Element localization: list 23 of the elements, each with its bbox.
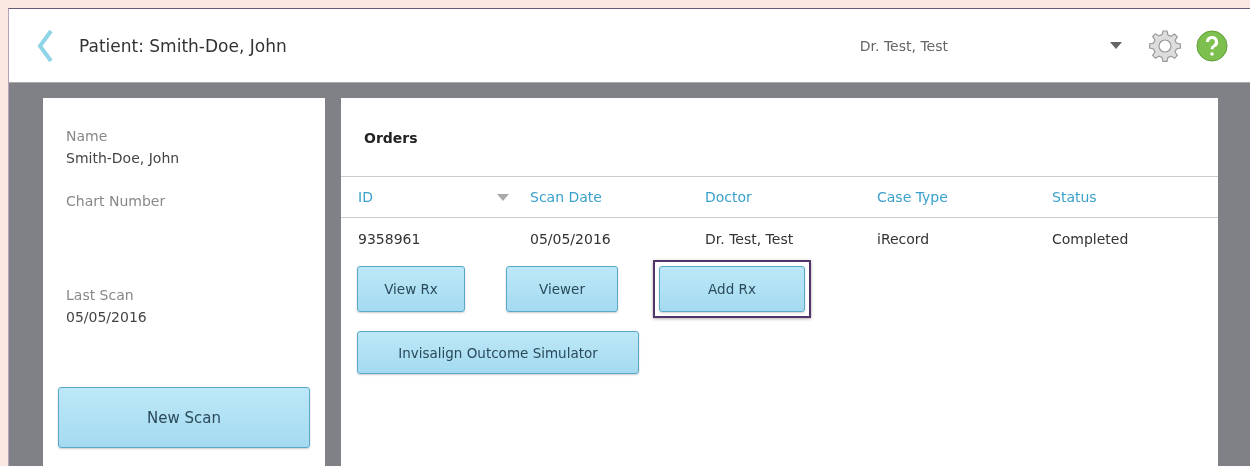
field-label: Last Scan: [66, 287, 134, 305]
back-icon[interactable]: [37, 28, 53, 63]
window-title: Patient: Smith-Doe, John: [79, 35, 287, 56]
table-cell: Completed: [1052, 231, 1129, 247]
field-label: Name: [66, 128, 108, 146]
action-button[interactable]: Add Rx: [659, 266, 805, 312]
new-scan-button[interactable]: New Scan: [58, 387, 310, 448]
user-name: Dr. Test, Test: [859, 37, 948, 54]
table-cell: iRecord: [877, 231, 930, 247]
sort-caret-icon[interactable]: [497, 193, 509, 201]
table-cell: 05/05/2016: [530, 231, 611, 247]
table-cell: Dr. Test, Test: [705, 231, 794, 247]
field-value: 05/05/2016: [66, 309, 147, 327]
section-title: Orders: [363, 129, 418, 148]
settings-icon[interactable]: [1148, 28, 1182, 63]
action-button[interactable]: Viewer: [506, 266, 618, 312]
table-cell: 9358961: [358, 231, 421, 247]
action-button[interactable]: View Rx: [357, 266, 465, 312]
field-value: Smith-Doe, John: [66, 150, 180, 168]
field-label: Chart Number: [66, 193, 166, 211]
action-button[interactable]: Invisalign Outcome Simulator: [357, 331, 639, 374]
dropdown-caret-icon[interactable]: [1110, 42, 1122, 49]
help-icon[interactable]: [1196, 29, 1228, 62]
